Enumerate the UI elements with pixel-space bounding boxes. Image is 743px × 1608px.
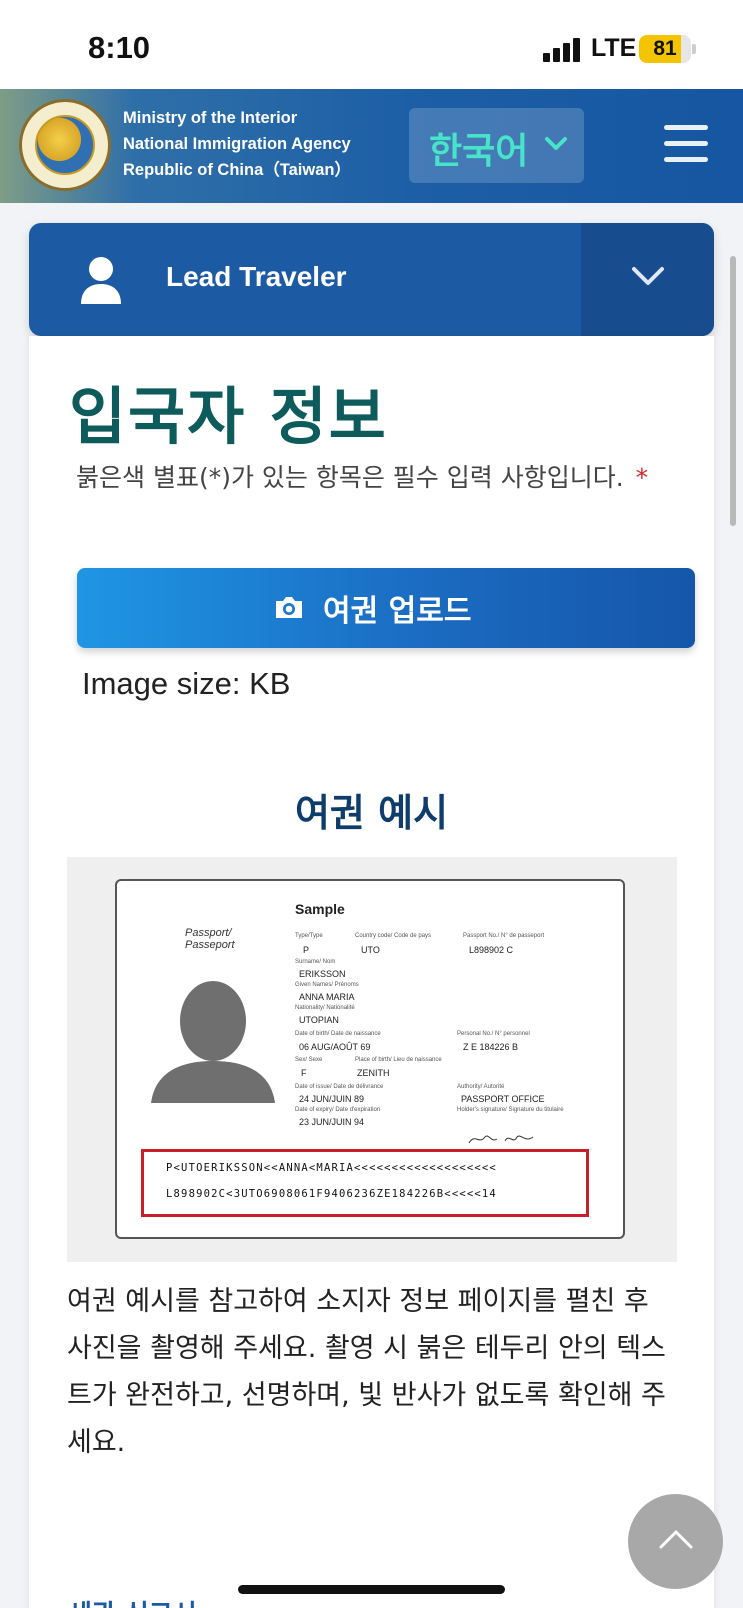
org-line-ministry: Ministry of the Interior: [123, 109, 298, 127]
pp-passport-no: L898902 C: [469, 945, 514, 955]
org-line-country: Republic of China（Taiwan）: [123, 161, 351, 179]
pp-expiry: 23 JUN/JUIN 94: [299, 1117, 365, 1127]
status-time: 8:10: [88, 30, 151, 65]
status-bar: 8:10 LTE 81: [0, 0, 743, 89]
lead-traveler-toggle[interactable]: [581, 223, 714, 336]
pp-country: UTO: [361, 945, 380, 955]
home-indicator[interactable]: [238, 1585, 505, 1594]
agency-logo[interactable]: [19, 99, 111, 191]
pp-given-names: ANNA MARIA: [299, 992, 355, 1002]
pp-personal-no: Z E 184226 B: [463, 1042, 519, 1052]
passport-doc-label: Passport/ Passeport: [185, 927, 235, 951]
mrz-line-1: P<UTOERIKSSON<<ANNA<MARIA<<<<<<<<<<<<<<<…: [166, 1162, 497, 1174]
pp-personal-no-label: Personal No./ N° personnel: [457, 1031, 530, 1037]
pp-surname: ERIKSSON: [299, 969, 346, 979]
passport-sample-heading: Sample: [295, 901, 345, 917]
required-note-text: 붉은색 별표(*)가 있는 항목은 필수 입력 사항입니다.: [76, 463, 624, 492]
org-line-agency: National Immigration Agency: [123, 135, 351, 153]
battery-level: 81: [653, 37, 677, 60]
battery-tip: [692, 44, 696, 54]
page-title: 입국자 정보: [69, 380, 388, 453]
signature-icon: [468, 1135, 534, 1144]
holder-photo-placeholder-icon: [151, 981, 275, 1103]
passport-sample-page: Sample Passport/ Passeport Type/Type Cou…: [115, 879, 625, 1239]
pp-dob-label: Date of birth/ Date de naissance: [295, 1031, 381, 1037]
hamburger-menu-icon[interactable]: [664, 125, 708, 163]
passport-example-image: Sample Passport/ Passeport Type/Type Cou…: [67, 857, 677, 1262]
pp-given-names-label: Given Names/ Prénoms: [295, 982, 359, 988]
image-size-label: Image size: KB: [82, 666, 291, 701]
pp-country-label: Country code/ Code de pays: [355, 933, 432, 939]
signal-strength-icon: [543, 38, 581, 62]
pp-signature-label: Holder's signature/ Signature du titulai…: [457, 1107, 564, 1113]
pp-pob: ZENITH: [357, 1068, 390, 1078]
pp-issue-label: Date of issue/ Date de délivrance: [295, 1084, 384, 1090]
mrz-line-2: L898902C<3UTO6908061F9406236ZE184226B<<<…: [166, 1188, 497, 1200]
globe-emblem-icon: [35, 115, 95, 175]
pp-pob-label: Place of birth/ Lieu de naissance: [355, 1057, 442, 1063]
chevron-down-icon: [632, 267, 664, 285]
pp-sex-label: Sex/ Sexe: [295, 1057, 323, 1063]
pp-type-label: Type/Type: [295, 933, 323, 939]
pp-expiry-label: Date of expiry/ Date d'expiration: [295, 1107, 381, 1113]
required-fields-note: 붉은색 별표(*)가 있는 항목은 필수 입력 사항입니다. *: [76, 454, 676, 502]
pp-surname-label: Surname/ Nom: [295, 959, 336, 965]
scroll-to-top-button[interactable]: [628, 1494, 723, 1589]
passport-photo-instructions: 여권 예시를 참고하여 소지자 정보 페이지를 펼친 후 사진을 촬영해 주세요…: [67, 1286, 666, 1458]
language-select[interactable]: 한국어: [409, 108, 584, 183]
next-section-heading: 세관 신고서: [68, 1594, 197, 1608]
pp-dob: 06 AUG/AOÛT 69: [299, 1042, 371, 1052]
user-icon: [81, 257, 121, 304]
language-label: 한국어: [429, 131, 529, 172]
chevron-up-icon: [659, 1530, 693, 1549]
chevron-down-icon: [545, 137, 567, 150]
organization-name: Ministry of the Interior National Immigr…: [123, 105, 351, 183]
pp-nationality-label: Nationality/ Nationalité: [295, 1005, 355, 1011]
pp-issue: 24 JUN/JUIN 89: [299, 1094, 365, 1104]
page-scrollbar[interactable]: [730, 256, 736, 526]
network-type: LTE: [591, 34, 637, 62]
pp-passport-no-label: Passport No./ N° de passeport: [463, 933, 545, 939]
lead-traveler-title: Lead Traveler: [166, 261, 347, 292]
pp-authority: PASSPORT OFFICE: [461, 1094, 545, 1104]
pp-nationality: UTOPIAN: [299, 1015, 339, 1025]
lead-traveler-accordion[interactable]: Lead Traveler: [29, 223, 714, 336]
pp-sex: F: [301, 1068, 307, 1078]
passport-example-title: 여권 예시: [294, 791, 449, 835]
upload-passport-label: 여권 업로드: [323, 594, 472, 629]
pp-type: P: [303, 945, 310, 955]
traveler-info-card: 입국자 정보 붉은색 별표(*)가 있는 항목은 필수 입력 사항입니다. * 여…: [29, 336, 714, 1608]
battery-icon: 81: [639, 35, 691, 63]
mrz-highlight-box: P<UTOERIKSSON<<ANNA<MARIA<<<<<<<<<<<<<<<…: [141, 1149, 589, 1217]
camera-icon: [276, 597, 302, 618]
pp-authority-label: Authority/ Autorité: [457, 1084, 505, 1090]
site-header: Ministry of the Interior National Immigr…: [0, 89, 743, 203]
upload-passport-button[interactable]: 여권 업로드: [77, 568, 695, 648]
required-star: *: [635, 463, 649, 492]
